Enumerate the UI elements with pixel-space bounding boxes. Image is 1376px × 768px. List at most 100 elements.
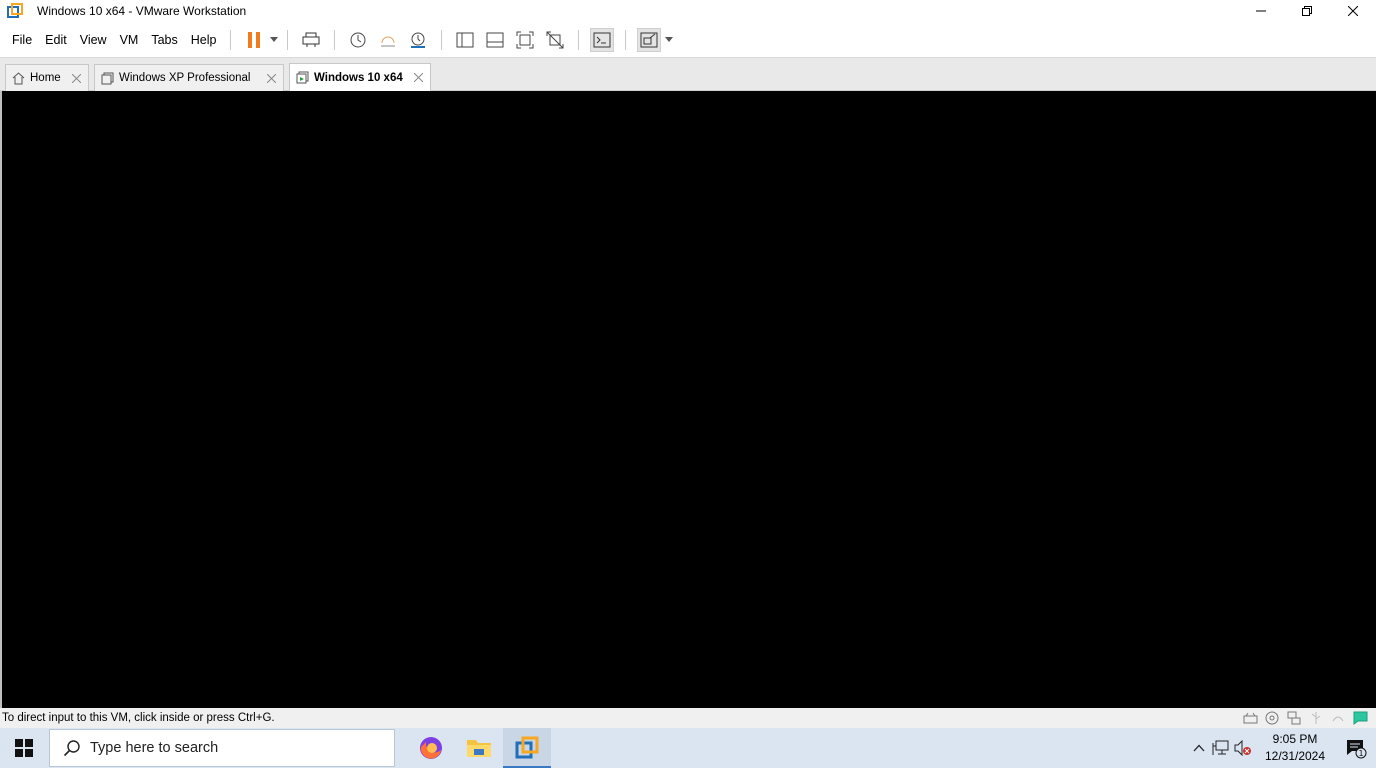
- title-bar: Windows 10 x64 - VMware Workstation: [0, 0, 1376, 22]
- full-screen-button[interactable]: [513, 28, 537, 52]
- taskbar-clock[interactable]: 9:05 PM 12/31/2024: [1258, 731, 1332, 765]
- network-adapter-icon[interactable]: [1286, 710, 1302, 726]
- pause-icon: [248, 31, 261, 48]
- window-title: Windows 10 x64 - VMware Workstation: [37, 4, 247, 18]
- status-message: To direct input to this VM, click inside…: [2, 712, 275, 724]
- restore-button[interactable]: [1284, 0, 1330, 22]
- tab-strip: Home Windows XP Professional Windows 10 …: [0, 58, 1376, 91]
- tab-close-button[interactable]: [265, 72, 277, 84]
- show-hidden-icons-button[interactable]: [1188, 728, 1210, 768]
- clock-date: 12/31/2024: [1264, 749, 1326, 763]
- tab-windows-xp[interactable]: Windows XP Professional: [94, 64, 284, 91]
- unity-icon: [546, 31, 564, 48]
- minimize-icon: [1256, 10, 1266, 12]
- tab-label: Windows XP Professional: [119, 72, 251, 84]
- menu-toolbar: File Edit View VM Tabs Help: [0, 22, 1376, 58]
- taskbar-firefox[interactable]: [407, 728, 455, 768]
- stretch-dropdown[interactable]: [664, 28, 674, 52]
- window-controls: [1238, 0, 1376, 22]
- menu-file[interactable]: File: [6, 28, 38, 52]
- close-icon: [413, 72, 423, 82]
- keyboard-icon: [302, 32, 320, 47]
- snapshot-manager-button[interactable]: [406, 28, 430, 52]
- toolbar-separator: [625, 29, 627, 50]
- folder-icon: [467, 740, 491, 757]
- search-icon: [62, 738, 82, 758]
- send-ctrl-alt-del-button[interactable]: [299, 28, 323, 52]
- toolbar-separator: [287, 29, 289, 50]
- taskbar-search-box[interactable]: Type here to search: [49, 729, 395, 767]
- notification-count: 1: [1358, 749, 1363, 758]
- restore-icon: [1302, 6, 1312, 16]
- sidebar-layout-icon: [456, 32, 474, 47]
- windows-taskbar: Type here to search 9:05 PM 12/31/2024 1: [0, 728, 1376, 768]
- volume-muted-icon: [1234, 740, 1251, 756]
- chevron-down-icon: [270, 37, 279, 42]
- network-icon: [1212, 740, 1229, 755]
- revert-snapshot-button[interactable]: [376, 28, 400, 52]
- chevron-down-icon: [665, 37, 674, 42]
- toolbar-separator: [334, 29, 336, 50]
- show-library-button[interactable]: [453, 28, 477, 52]
- console-view-button[interactable]: [590, 27, 615, 52]
- stretch-guest-button[interactable]: [637, 27, 662, 52]
- minimize-button[interactable]: [1238, 0, 1284, 22]
- clock-time: 9:05 PM: [1272, 732, 1318, 746]
- search-placeholder: Type here to search: [90, 740, 219, 756]
- chevron-up-icon: [1193, 744, 1205, 752]
- tab-label: Windows 10 x64: [314, 71, 403, 84]
- thumbnail-layout-icon: [486, 32, 504, 47]
- snapshot-manager-icon: [411, 32, 426, 48]
- menu-tabs[interactable]: Tabs: [145, 28, 183, 52]
- close-icon: [1348, 6, 1358, 16]
- volume-status[interactable]: [1232, 728, 1254, 768]
- menu-vm[interactable]: VM: [114, 28, 145, 52]
- sound-card-icon[interactable]: [1330, 710, 1346, 726]
- menu-edit[interactable]: Edit: [39, 28, 73, 52]
- tab-close-button[interactable]: [70, 72, 82, 84]
- fullscreen-icon: [516, 31, 534, 48]
- vmware-app-icon[interactable]: [7, 3, 23, 19]
- status-bar: To direct input to this VM, click inside…: [0, 708, 1376, 728]
- toolbar-separator: [578, 29, 580, 50]
- taskbar-vmware[interactable]: [503, 728, 551, 768]
- network-status[interactable]: [1210, 728, 1232, 768]
- tab-home[interactable]: Home: [5, 64, 89, 91]
- tab-close-button[interactable]: [412, 71, 424, 83]
- close-button[interactable]: [1330, 0, 1376, 22]
- start-button[interactable]: [0, 728, 48, 768]
- system-tray: 9:05 PM 12/31/2024 1: [1188, 728, 1376, 768]
- suspend-button[interactable]: [242, 28, 266, 52]
- windows-logo-icon: [15, 739, 33, 757]
- stretch-icon: [640, 32, 658, 47]
- take-snapshot-button[interactable]: [346, 28, 370, 52]
- toolbar-separator: [230, 29, 232, 50]
- usb-device-icon[interactable]: [1308, 710, 1324, 726]
- device-status-icons: [1236, 710, 1368, 726]
- unity-button[interactable]: [543, 28, 567, 52]
- revert-icon: [381, 36, 396, 46]
- message-log-icon[interactable]: [1352, 710, 1368, 726]
- close-icon: [266, 73, 276, 83]
- taskbar-file-explorer[interactable]: [455, 728, 503, 768]
- notification-icon: 1: [1347, 740, 1367, 759]
- menu-view[interactable]: View: [74, 28, 113, 52]
- cd-drive-icon[interactable]: [1264, 710, 1280, 726]
- firefox-icon: [420, 737, 442, 759]
- show-thumbnail-bar-button[interactable]: [483, 28, 507, 52]
- tab-windows-10[interactable]: Windows 10 x64: [289, 63, 431, 91]
- action-center-button[interactable]: 1: [1336, 728, 1376, 768]
- vm-display[interactable]: [0, 91, 1376, 708]
- terminal-icon: [593, 32, 611, 47]
- tab-label: Home: [30, 72, 61, 84]
- vmware-icon: [515, 736, 539, 759]
- hard-disk-icon[interactable]: [1242, 710, 1258, 726]
- home-icon: [12, 71, 25, 84]
- power-dropdown[interactable]: [269, 28, 279, 52]
- snapshot-clock-icon: [350, 32, 366, 47]
- vm-icon: [101, 72, 114, 84]
- close-icon: [71, 73, 81, 83]
- toolbar-separator: [441, 29, 443, 50]
- menu-help[interactable]: Help: [185, 28, 223, 52]
- vm-running-icon: [296, 71, 309, 84]
